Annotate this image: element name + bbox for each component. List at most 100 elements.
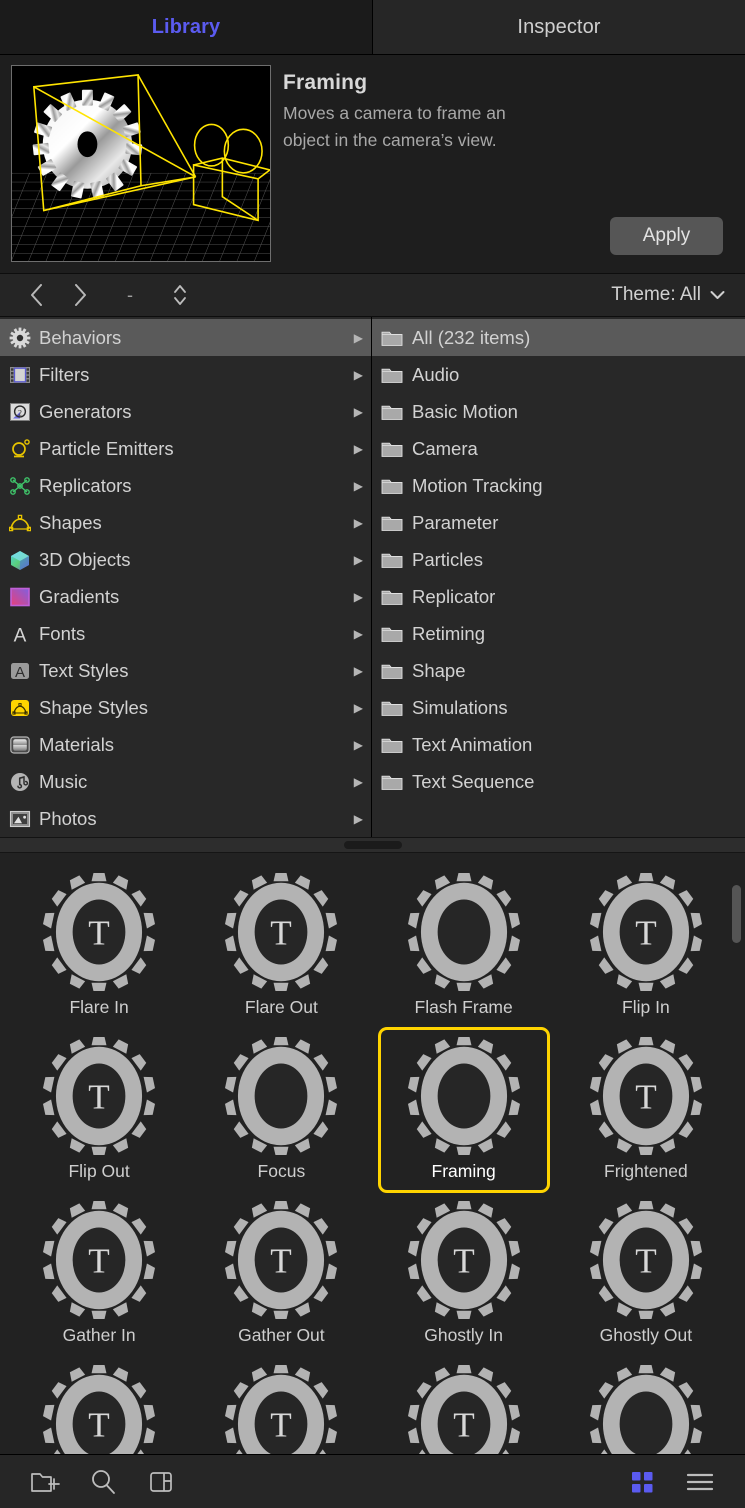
gear-thumbnail (589, 1365, 702, 1454)
disclosure-arrow-icon[interactable]: ▶ (347, 738, 363, 752)
grid-scrollbar-thumb[interactable] (732, 885, 741, 943)
subcategory-item-all-232-items-[interactable]: All (232 items) (372, 319, 745, 356)
category-item-shapes[interactable]: Shapes ▶ (0, 504, 371, 541)
disclosure-arrow-icon[interactable]: ▶ (347, 516, 363, 530)
category-item-label: Particle Emitters (39, 437, 174, 459)
svg-text:T: T (453, 1405, 474, 1444)
behavior-item-gather-out[interactable]: T Gather Out (190, 1197, 372, 1361)
category-item-fonts[interactable]: A Fonts ▶ (0, 615, 371, 652)
behavior-item-flare-in[interactable]: T Flare In (8, 869, 190, 1033)
disclosure-arrow-icon[interactable]: ▶ (347, 553, 363, 567)
category-item-photos[interactable]: Photos ▶ (0, 800, 371, 837)
subcategory-item-text-animation[interactable]: Text Animation (372, 726, 745, 763)
subcategory-column[interactable]: All (232 items) Audio Basic Motion Camer… (372, 317, 745, 837)
subcategory-item-audio[interactable]: Audio (372, 356, 745, 393)
gear-text-icon: T (217, 1201, 345, 1319)
subcategory-item-replicator[interactable]: Replicator (372, 578, 745, 615)
category-item-shape-styles[interactable]: Shape Styles ▶ (0, 689, 371, 726)
disclosure-arrow-icon[interactable]: ▶ (347, 479, 363, 493)
preview-thumbnail-wrap (0, 65, 271, 273)
behavior-item-ghostly-out[interactable]: T Ghostly Out (555, 1197, 737, 1361)
subcategory-item-motion-tracking[interactable]: Motion Tracking (372, 467, 745, 504)
disclosure-arrow-icon[interactable]: ▶ (347, 664, 363, 678)
behavior-item-ghostly-in[interactable]: T Ghostly In (373, 1197, 555, 1361)
theme-filter-dropdown[interactable]: Theme: All (611, 284, 731, 306)
behavior-item-flip-out[interactable]: T Flip Out (8, 1033, 190, 1197)
behavior-item-row4-14[interactable]: T (373, 1361, 555, 1454)
subcategory-item-parameter[interactable]: Parameter (372, 504, 745, 541)
grid-view-icon[interactable] (613, 1455, 671, 1508)
subcategory-item-text-sequence[interactable]: Text Sequence (372, 763, 745, 800)
disclosure-arrow-icon[interactable]: ▶ (347, 331, 363, 345)
category-item-music[interactable]: Music ▶ (0, 763, 371, 800)
folder-icon (381, 664, 403, 679)
folder-icon (381, 738, 403, 753)
disclosure-arrow-icon[interactable]: ▶ (347, 368, 363, 382)
behavior-item-focus[interactable]: Focus (190, 1033, 372, 1197)
subcategory-item-basic-motion[interactable]: Basic Motion (372, 393, 745, 430)
svg-text:T: T (635, 1077, 656, 1116)
category-item-3d-objects[interactable]: 3D Objects ▶ (0, 541, 371, 578)
disclosure-arrow-icon[interactable]: ▶ (347, 627, 363, 641)
behavior-item-flash-frame[interactable]: Flash Frame (373, 869, 555, 1033)
category-item-gradients[interactable]: Gradients ▶ (0, 578, 371, 615)
disclosure-arrow-icon[interactable]: ▶ (347, 442, 363, 456)
disclosure-arrow-icon[interactable]: ▶ (347, 590, 363, 604)
category-column[interactable]: Behaviors ▶ Filters ▶ 2 Generators ▶ Particl… (0, 317, 372, 837)
subcategory-item-shape[interactable]: Shape (372, 652, 745, 689)
search-icon[interactable] (74, 1455, 132, 1508)
category-item-label: Music (39, 770, 88, 792)
svg-text:T: T (88, 1241, 109, 1280)
behavior-item-flare-out[interactable]: T Flare Out (190, 869, 372, 1033)
folder-icon (381, 588, 411, 606)
list-view-icon[interactable] (671, 1455, 729, 1508)
apply-button[interactable]: Apply (610, 217, 723, 255)
subcategory-item-retiming[interactable]: Retiming (372, 615, 745, 652)
tab-bar: Library Inspector (0, 0, 745, 55)
chevron-right-icon[interactable] (58, 284, 102, 306)
tab-library[interactable]: Library (0, 0, 372, 54)
subcategory-item-particles[interactable]: Particles (372, 541, 745, 578)
category-item-particle-emitters[interactable]: Particle Emitters ▶ (0, 430, 371, 467)
behavior-item-row4-12[interactable]: T (8, 1361, 190, 1454)
category-item-text-styles[interactable]: A Text Styles ▶ (0, 652, 371, 689)
disclosure-arrow-icon[interactable]: ▶ (347, 405, 363, 419)
disclosure-arrow-icon[interactable]: ▶ (347, 812, 363, 826)
panel-splitter[interactable] (0, 837, 745, 853)
gear-thumbnail: T (43, 1037, 156, 1155)
disclosure-arrow-icon[interactable]: ▶ (347, 701, 363, 715)
behavior-item-row4-15[interactable] (555, 1361, 737, 1454)
cube-icon (9, 549, 37, 571)
category-item-replicators[interactable]: Replicators ▶ (0, 467, 371, 504)
folder-icon (381, 662, 411, 680)
folder-icon (381, 701, 403, 716)
up-down-stepper-icon[interactable] (158, 282, 202, 308)
behavior-item-gather-in[interactable]: T Gather In (8, 1197, 190, 1361)
chevron-left-icon[interactable] (14, 284, 58, 306)
category-item-behaviors[interactable]: Behaviors ▶ (0, 319, 371, 356)
disclosure-arrow-icon[interactable]: ▶ (347, 775, 363, 789)
folder-icon (381, 699, 411, 717)
tab-inspector[interactable]: Inspector (372, 0, 745, 54)
category-item-materials[interactable]: Materials ▶ (0, 726, 371, 763)
behavior-item-framing[interactable]: Framing (373, 1027, 555, 1197)
subcategory-item-simulations[interactable]: Simulations (372, 689, 745, 726)
category-item-filters[interactable]: Filters ▶ (0, 356, 371, 393)
gear-text-icon: T (35, 1201, 163, 1319)
behavior-item-flip-in[interactable]: T Flip In (555, 869, 737, 1033)
category-item-generators[interactable]: 2 Generators ▶ (0, 393, 371, 430)
path-indicator[interactable]: - (102, 285, 158, 306)
behavior-item-frightened[interactable]: T Frightened (555, 1033, 737, 1197)
behavior-item-label: Flare In (69, 997, 129, 1017)
sidebar-panel-icon[interactable] (132, 1455, 190, 1508)
subcategory-item-camera[interactable]: Camera (372, 430, 745, 467)
svg-text:T: T (271, 1241, 292, 1280)
subcategory-item-label: Basic Motion (412, 400, 518, 422)
gear-thumbnail: T (225, 1365, 338, 1454)
grid-scrollbar[interactable] (732, 853, 741, 1454)
subcategory-item-label: Text Animation (412, 733, 533, 755)
svg-text:T: T (635, 1241, 656, 1280)
behavior-item-row4-13[interactable]: T (190, 1361, 372, 1454)
new-folder-icon[interactable] (16, 1455, 74, 1508)
svg-text:T: T (271, 1405, 292, 1444)
